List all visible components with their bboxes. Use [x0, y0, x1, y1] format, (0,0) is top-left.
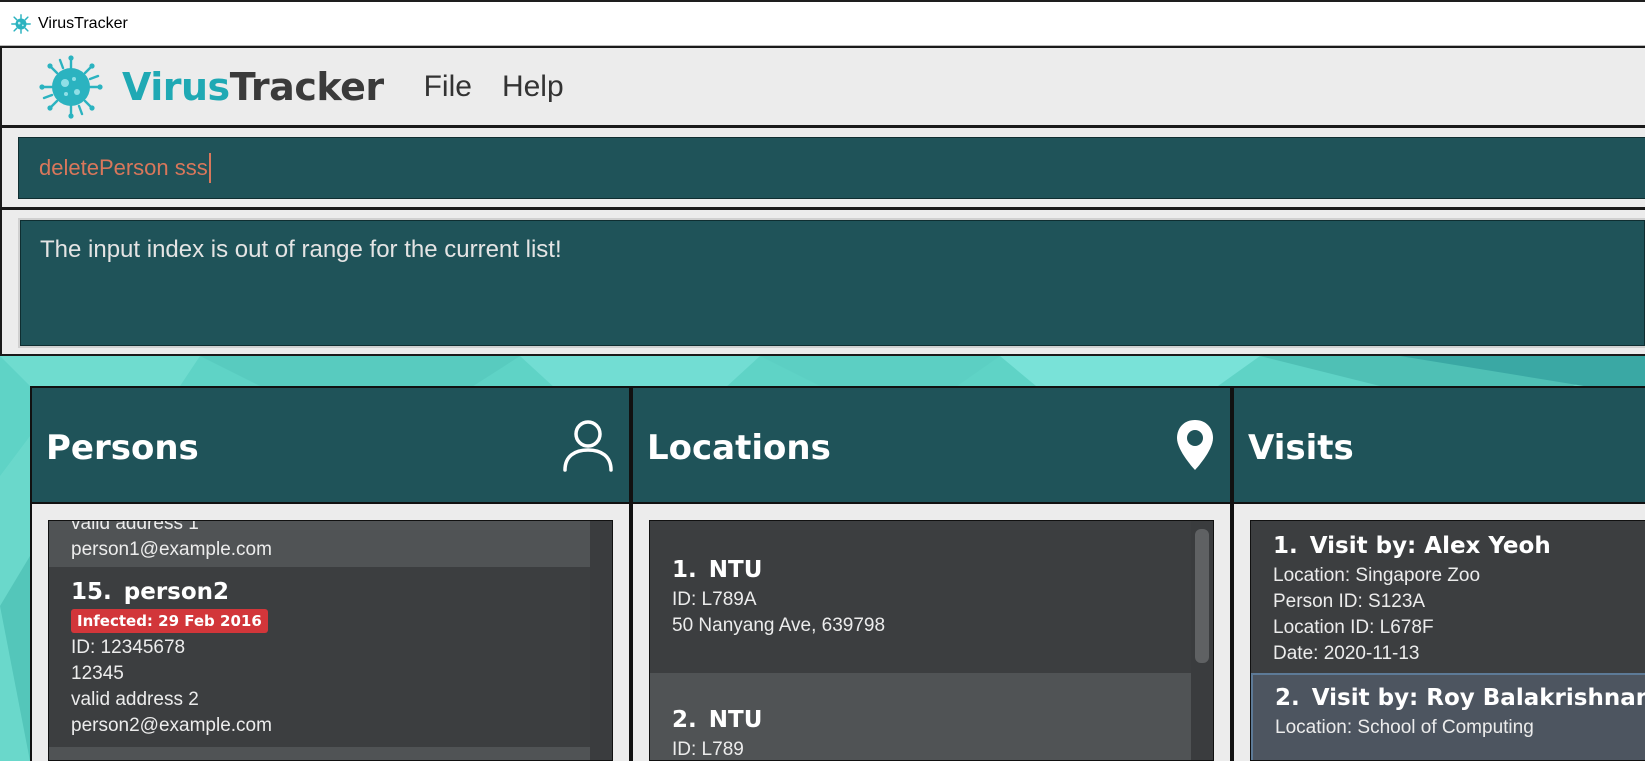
- visits-body: 1. Visit by: Alex Yeoh Location: Singapor…: [1232, 504, 1645, 761]
- person-email: person1@example.com: [71, 539, 272, 560]
- locations-title: Locations: [647, 428, 831, 468]
- visit-location: Location: Singapore Zoo: [1273, 565, 1481, 586]
- visit-person-id: Person ID: S123A: [1273, 591, 1426, 612]
- location-pin-icon: [1177, 420, 1213, 470]
- visits-list[interactable]: 1. Visit by: Alex Yeoh Location: Singapor…: [1250, 520, 1645, 761]
- person-index: 15.: [71, 579, 112, 605]
- list-item[interactable]: 2. Visit by: Roy Balakrishnan Location: S…: [1251, 673, 1645, 760]
- visit-date: Date: 2020-11-13: [1273, 643, 1420, 664]
- person-phone: 12345: [71, 663, 124, 684]
- brand-tracker: Tracker: [229, 64, 384, 109]
- visits-header: Visits: [1232, 386, 1645, 504]
- visit-title-text: Visit by: Alex Yeoh: [1309, 533, 1551, 559]
- location-name-text: NTU: [708, 707, 763, 733]
- result-display: The input index is out of range for the …: [18, 218, 1645, 348]
- person-email: person2@example.com: [71, 715, 272, 736]
- list-item[interactable]: 2. NTU ID: L789: [650, 673, 1196, 760]
- infection-badge: Infected: 29 Feb 2016: [71, 609, 268, 633]
- persons-list[interactable]: valid address 1 person1@example.com 15. p…: [48, 520, 613, 761]
- visit-location-id: Location ID: L678F: [1273, 617, 1434, 638]
- location-index: 2.: [672, 707, 697, 733]
- persons-panel: Persons valid address 1 person1@example.…: [30, 386, 631, 761]
- visit-title: 2. Visit by: Roy Balakrishnan: [1275, 685, 1645, 711]
- app-brand: VirusTracker: [122, 65, 384, 109]
- location-name-text: NTU: [708, 557, 763, 583]
- locations-header: Locations: [631, 386, 1232, 504]
- locations-scroll-thumb[interactable]: [1195, 529, 1209, 663]
- command-area: deletePerson sss: [0, 128, 1645, 208]
- location-id: ID: L789: [672, 739, 744, 760]
- window-title: VirusTracker: [38, 14, 128, 32]
- locations-list[interactable]: 1. NTU ID: L789A 50 Nanyang Ave, 639798 2…: [649, 520, 1214, 761]
- virus-icon: [11, 13, 31, 34]
- person-name-text: person2: [123, 579, 230, 605]
- persons-scrollbar[interactable]: [590, 521, 612, 760]
- result-message: The input index is out of range for the …: [40, 236, 562, 263]
- visits-panel: Visits 1. Visit by: Alex Yeoh Location: S…: [1232, 386, 1645, 761]
- window-titlebar: VirusTracker: [0, 0, 1645, 46]
- virus-icon: [39, 54, 103, 119]
- visit-title-text: Visit by: Roy Balakrishnan: [1311, 685, 1645, 711]
- location-id: ID: L789A: [672, 589, 757, 610]
- command-input[interactable]: deletePerson sss: [18, 137, 1645, 199]
- person-address: valid address 2: [71, 689, 199, 710]
- brand-virus: Virus: [122, 64, 230, 109]
- menu-help[interactable]: Help: [502, 70, 564, 104]
- result-area: The input index is out of range for the …: [0, 208, 1645, 356]
- menu-bar: VirusTracker File Help: [0, 46, 1645, 128]
- location-name: 1. NTU: [672, 557, 1196, 583]
- location-name: 2. NTU: [672, 707, 1196, 733]
- persons-title: Persons: [46, 428, 199, 468]
- visit-title: 1. Visit by: Alex Yeoh: [1273, 533, 1645, 559]
- persons-header: Persons: [30, 386, 631, 504]
- list-item[interactable]: 1. Visit by: Alex Yeoh Location: Singapor…: [1251, 521, 1645, 673]
- person-name: 15. person2: [71, 579, 593, 605]
- list-item[interactable]: 15. person2 Infected: 29 Feb 2016 ID: 123…: [49, 567, 593, 747]
- list-item[interactable]: 1. NTU ID: L789A 50 Nanyang Ave, 639798: [650, 521, 1196, 673]
- menu-file[interactable]: File: [424, 70, 472, 104]
- locations-body: 1. NTU ID: L789A 50 Nanyang Ave, 639798 2…: [631, 504, 1232, 761]
- person-icon: [563, 420, 613, 472]
- locations-scrollbar[interactable]: [1191, 521, 1213, 760]
- person-address: valid address 1: [71, 520, 199, 534]
- visit-location: Location: School of Computing: [1275, 717, 1534, 738]
- visit-index: 1.: [1273, 533, 1298, 559]
- list-item[interactable]: [49, 747, 593, 760]
- command-text: deletePerson sss: [39, 153, 211, 183]
- location-address: 50 Nanyang Ave, 639798: [672, 615, 886, 636]
- visit-index: 2.: [1275, 685, 1300, 711]
- person-id: ID: 12345678: [71, 637, 186, 658]
- visits-title: Visits: [1248, 428, 1354, 468]
- list-item[interactable]: valid address 1 person1@example.com: [49, 520, 593, 567]
- location-index: 1.: [672, 557, 697, 583]
- persons-body: valid address 1 person1@example.com 15. p…: [30, 504, 631, 761]
- locations-panel: Locations 1. NTU ID: L789A 50 Nanyang Ave…: [631, 386, 1232, 761]
